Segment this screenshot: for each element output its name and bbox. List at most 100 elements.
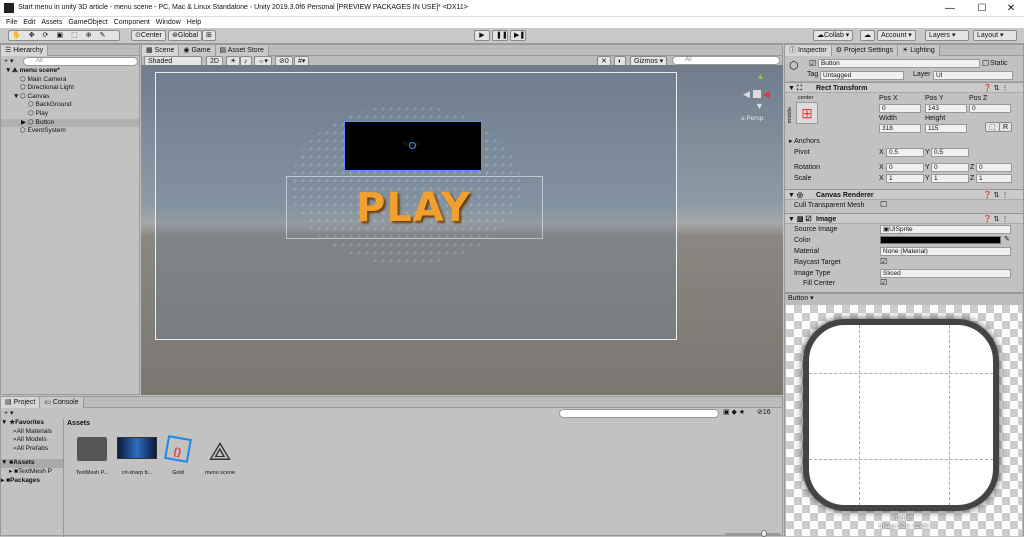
layers-dropdown[interactable]: Layers ▾ (925, 30, 969, 41)
y-axis-icon[interactable]: ▲ (756, 71, 765, 81)
scene-viewport[interactable]: Button PLAY ▲ ◀ ◀ ▼ ≤ Persp (141, 65, 783, 395)
menu-edit[interactable]: Edit (23, 17, 35, 28)
x-axis-icon[interactable]: ◀ (763, 89, 770, 100)
project-search-input[interactable] (559, 409, 719, 418)
rot-x-field[interactable]: 0 (886, 163, 924, 172)
pivot-center-toggle[interactable]: ⊙Center (131, 30, 166, 41)
scene-gizmo[interactable]: ▲ ◀ ◀ ▼ (739, 71, 779, 115)
minimize-button[interactable]: — (935, 0, 965, 17)
tab-inspector[interactable]: ⓘ Inspector (785, 45, 832, 56)
anchor-preset-button[interactable]: ⊞ (796, 102, 818, 124)
menu-file[interactable]: File (6, 17, 17, 28)
active-checkbox[interactable]: ☑ (809, 59, 816, 68)
pos-y-field[interactable]: 143 (925, 104, 967, 113)
cull-mesh-checkbox[interactable]: ☐ (880, 200, 887, 209)
menu-assets[interactable]: Assets (41, 17, 62, 28)
neg-x-axis-icon[interactable]: ◀ (743, 89, 750, 100)
tab-console[interactable]: ▭ Console (40, 397, 84, 408)
menu-gameobject[interactable]: GameObject (68, 17, 107, 28)
preview-dropdown[interactable]: Button ▾ (785, 294, 1023, 304)
button-object[interactable]: Button (344, 121, 482, 171)
rect-transform-header[interactable]: ▼ ⛶ Rect Transform ❓ ⇅ ⋮ (785, 82, 1023, 93)
account-dropdown[interactable]: Account ▾ (877, 30, 916, 41)
rot-y-field[interactable]: 0 (931, 163, 969, 172)
tab-asset-store[interactable]: ▤ Asset Store (215, 45, 269, 56)
tab-scene[interactable]: ▦ Scene (142, 45, 180, 56)
scale-z-field[interactable]: 1 (976, 174, 1012, 183)
hierarchy-item[interactable]: ▼⟁ menu scene* (1, 67, 139, 76)
projection-label[interactable]: ≤ Persp (741, 115, 763, 122)
maximize-button[interactable]: ☐ (967, 0, 997, 17)
tab-hierarchy[interactable]: ☰ Hierarchy (1, 45, 49, 56)
filter-icons[interactable]: ▣ ◆ ★ (723, 408, 745, 416)
tab-game[interactable]: ◉ Game (179, 45, 216, 56)
play-button[interactable]: ▶ (474, 30, 490, 41)
raw-edit-button[interactable]: R (999, 122, 1013, 132)
asset-item[interactable]: TextMesh P... (67, 437, 117, 476)
image-type-dropdown[interactable]: Sliced (880, 269, 1011, 278)
step-button[interactable]: ▶❚ (510, 30, 526, 41)
menu-help[interactable]: Help (187, 17, 201, 28)
pivot-handle-icon[interactable] (409, 142, 416, 149)
tab-lighting[interactable]: ☀ Lighting (898, 45, 940, 56)
collab-button[interactable]: ☁Collab ▾ (813, 30, 854, 41)
asset-item[interactable]: ⟁ menu scene (195, 437, 245, 476)
fill-center-checkbox[interactable]: ☑ (880, 278, 887, 287)
scene-search-input[interactable]: All (672, 56, 780, 65)
scale-x-field[interactable]: 1 (886, 174, 924, 183)
foldout-arrow-icon[interactable]: ▼ (5, 67, 12, 76)
assets-breadcrumb[interactable]: Assets (67, 420, 90, 427)
project-create-dropdown[interactable]: + ▾ (4, 409, 14, 417)
rect-tool-icon[interactable]: ⬚ (71, 32, 86, 39)
move-tool-icon[interactable]: ✥ (29, 32, 43, 39)
pivot-y-field[interactable]: 0.5 (931, 148, 969, 157)
layer-dropdown[interactable]: UI (933, 71, 1013, 80)
hierarchy-item[interactable]: ⬡ EventSystem (1, 127, 139, 136)
tag-dropdown[interactable]: Untagged (820, 71, 904, 80)
foldout-arrow-icon[interactable]: ▼ (13, 93, 20, 102)
canvas-renderer-header[interactable]: ▼ ◎ Canvas Renderer ❓ ⇅ ⋮ (785, 189, 1023, 200)
custom-tool-icon[interactable]: ✎ (100, 32, 114, 39)
image-header[interactable]: ▼ ▨ ☑ Image ❓ ⇅ ⋮ (785, 213, 1023, 224)
hierarchy-item[interactable]: ⬡ Main Camera (1, 76, 139, 85)
gizmo-center-icon[interactable] (753, 90, 761, 98)
play-text[interactable]: PLAY (356, 185, 471, 231)
pause-button[interactable]: ❚❚ (492, 30, 508, 41)
eyedropper-icon[interactable]: ✎ (1004, 235, 1010, 243)
hierarchy-item[interactable]: ⬡ Directional Light (1, 84, 139, 93)
fav-all-materials[interactable]: ⌕All Materials (1, 428, 63, 437)
assets-folder[interactable]: ▼ ■Assets (1, 459, 63, 468)
height-field[interactable]: 115 (925, 124, 967, 133)
raycast-checkbox[interactable]: ☑ (880, 257, 887, 266)
rotate-tool-icon[interactable]: ⟳ (43, 32, 57, 39)
material-field[interactable]: None (Material) (880, 247, 1011, 256)
neg-y-axis-icon[interactable]: ▼ (755, 101, 764, 111)
color-swatch[interactable] (880, 236, 1001, 244)
menu-component[interactable]: Component (114, 17, 150, 28)
create-dropdown[interactable]: + ▾ (4, 57, 14, 65)
packages-folder[interactable]: ▸ ■Packages (1, 477, 63, 486)
blueprint-mode-icon[interactable]: ⬚ (985, 122, 1000, 132)
transform-tool-icon[interactable]: ⊕ (86, 32, 100, 39)
snap-toggle[interactable]: ⊞ (202, 30, 216, 41)
rot-z-field[interactable]: 0 (976, 163, 1012, 172)
fav-all-prefabs[interactable]: ⌕All Prefabs (1, 445, 63, 454)
foldout-arrow-icon[interactable]: ▶ (21, 119, 28, 128)
fav-all-models[interactable]: ⌕All Models (1, 436, 63, 445)
static-checkbox[interactable]: ☐ (982, 59, 989, 68)
anchors-foldout[interactable]: ▸ Anchors (789, 137, 820, 145)
width-field[interactable]: 318 (879, 124, 921, 133)
scale-y-field[interactable]: 1 (931, 174, 969, 183)
hierarchy-search-input[interactable]: All (23, 57, 138, 66)
hand-tool-icon[interactable]: ✋ (12, 32, 29, 39)
tab-project-settings[interactable]: ⚙ Project Settings (831, 45, 899, 56)
tab-project[interactable]: ▤ Project (1, 397, 41, 408)
transform-tools[interactable]: ✋✥⟳▣⬚⊕✎ (8, 30, 120, 41)
close-button[interactable]: ✕ (996, 0, 1024, 17)
menu-window[interactable]: Window (156, 17, 181, 28)
services-button[interactable]: ☁ (860, 30, 875, 41)
icon-size-slider[interactable] (725, 530, 780, 537)
object-name-input[interactable]: Button (818, 59, 980, 68)
eye-count[interactable]: ⊘16 (757, 408, 771, 416)
source-image-field[interactable]: ▣UISprite (880, 225, 1011, 234)
